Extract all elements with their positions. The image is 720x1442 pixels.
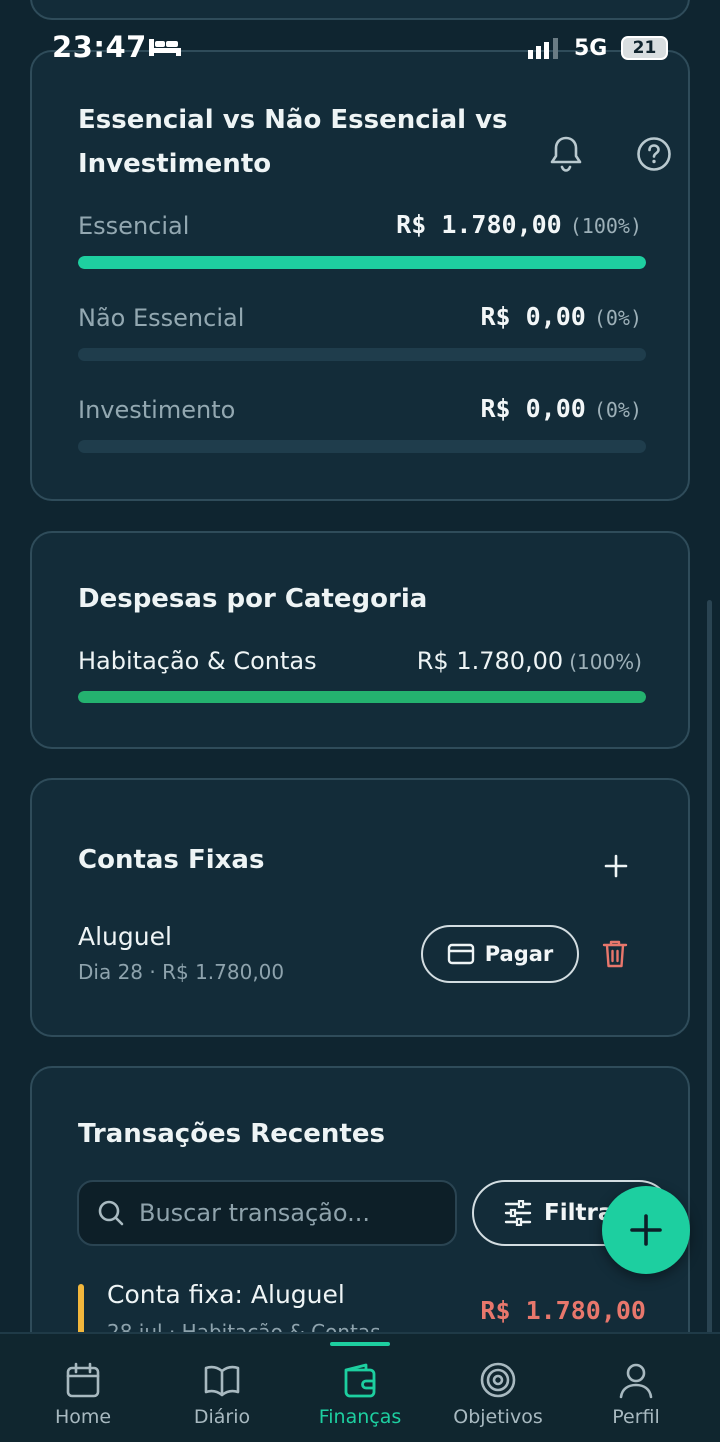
card-icon	[447, 943, 474, 965]
target-icon	[480, 1362, 516, 1398]
nav-profile[interactable]: Perfil	[576, 1334, 696, 1442]
bottom-nav: Home Diário Finanças Objetivos Perfil	[0, 1332, 720, 1442]
progress-fill-essential	[78, 256, 646, 269]
row-value-non-essential: R$ 0,00 (0%)	[480, 302, 642, 331]
nav-label: Diário	[193, 1406, 251, 1428]
nav-goals[interactable]: Objetivos	[438, 1334, 558, 1442]
category-value: R$ 1.780,00 (100%)	[416, 647, 642, 675]
search-icon	[98, 1200, 124, 1226]
help-icon[interactable]	[636, 136, 672, 172]
bill-name: Aluguel	[78, 922, 172, 951]
user-icon	[619, 1363, 653, 1399]
transaction-title: Conta fixa: Aluguel	[107, 1280, 345, 1309]
transaction-amount: R$ 1.780,00	[480, 1296, 646, 1325]
search-input[interactable]	[139, 1199, 439, 1227]
category-progress-fill	[78, 691, 646, 703]
row-value-essential: R$ 1.780,00 (100%)	[396, 210, 642, 239]
card-title: Despesas por Categoria	[78, 584, 428, 614]
fixed-bills-card: Contas Fixas Aluguel Dia 28 · R$ 1.780,0…	[30, 778, 690, 1037]
category-progress-track	[78, 691, 646, 703]
search-box	[77, 1180, 457, 1246]
nav-label: Perfil	[612, 1406, 660, 1428]
card-title-line2: Investimento	[78, 149, 272, 179]
progress-track-essential	[78, 256, 646, 269]
category-label: Habitação & Contas	[78, 647, 317, 675]
progress-track-non-essential	[78, 348, 646, 361]
nav-label: Home	[54, 1406, 112, 1428]
previous-card	[30, 0, 690, 20]
nav-label: Finanças	[318, 1406, 402, 1428]
bill-detail: Dia 28 · R$ 1.780,00	[78, 960, 285, 984]
nav-finances[interactable]: Finanças	[300, 1334, 420, 1442]
scrollbar[interactable]	[707, 600, 712, 1390]
nav-home[interactable]: Home	[23, 1334, 143, 1442]
row-label-investment: Investimento	[78, 396, 236, 424]
category-expenses-card: Despesas por Categoria Habitação & Conta…	[30, 531, 690, 749]
progress-track-investment	[78, 440, 646, 453]
bell-icon[interactable]	[548, 134, 584, 174]
pay-button-label: Pagar	[484, 942, 554, 966]
plus-icon	[630, 1214, 662, 1246]
calendar-icon	[66, 1362, 100, 1398]
card-title: Contas Fixas	[78, 845, 265, 875]
add-transaction-button[interactable]	[602, 1186, 690, 1274]
pay-button[interactable]: Pagar	[421, 925, 579, 983]
nav-label: Objetivos	[453, 1406, 543, 1428]
card-title: Transações Recentes	[78, 1119, 385, 1149]
book-icon	[204, 1365, 240, 1397]
wallet-icon	[344, 1363, 376, 1398]
row-value-investment: R$ 0,00 (0%)	[480, 394, 642, 423]
row-label-essential: Essencial	[78, 212, 190, 240]
add-bill-icon[interactable]	[604, 854, 628, 878]
trash-icon[interactable]	[602, 939, 628, 969]
card-title-line1: Essencial vs Não Essencial vs	[78, 105, 508, 135]
essential-breakdown-card: Essencial vs Não Essencial vs Investimen…	[30, 50, 690, 501]
sliders-icon	[504, 1200, 532, 1226]
row-label-non-essential: Não Essencial	[78, 304, 245, 332]
nav-diary[interactable]: Diário	[162, 1334, 282, 1442]
